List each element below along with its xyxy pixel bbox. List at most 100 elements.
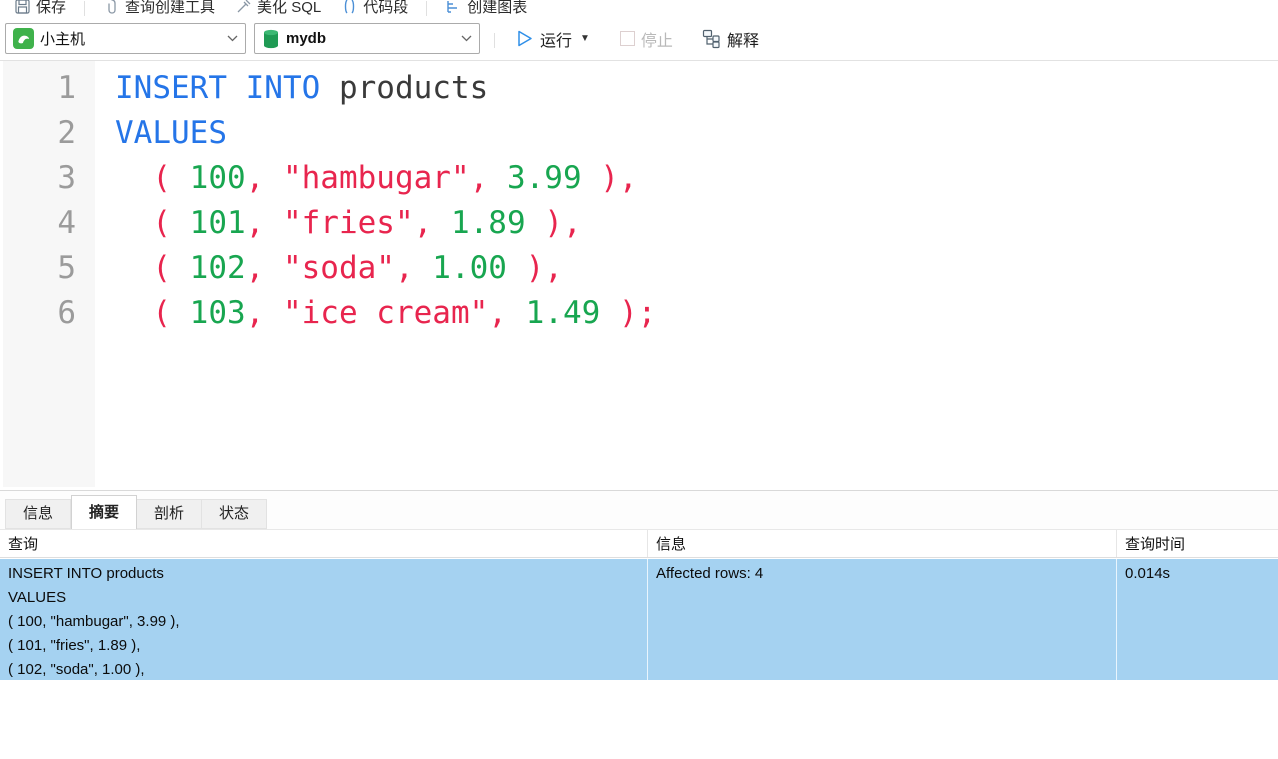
explain-label: 解释 <box>727 27 759 51</box>
column-header-query[interactable]: 查询 <box>0 530 648 557</box>
sql-token: 1.89 <box>451 205 526 241</box>
sql-token: 102 <box>190 250 246 286</box>
database-name: mydb <box>286 30 326 47</box>
result-info-cell[interactable]: Affected rows: 4 <box>648 559 1117 680</box>
toolbar-top-items: 保存 查询创建工具 美化 SQL 代码段 创建图表 <box>6 0 535 17</box>
toolbar-separator <box>494 33 495 48</box>
toolbar-button-save[interactable]: 保存 <box>6 0 74 17</box>
sql-token: 1.49 <box>526 295 601 331</box>
grid-header-row: 查询 信息 查询时间 <box>0 529 1278 558</box>
results-panel: 信息摘要剖析状态 查询 信息 查询时间 INSERT INTO products… <box>0 490 1278 680</box>
chevron-down-icon <box>461 35 472 42</box>
column-header-info[interactable]: 信息 <box>648 530 1117 557</box>
line-number: 1 <box>0 66 115 111</box>
sql-token: , <box>470 160 507 196</box>
stop-square-icon <box>620 31 635 46</box>
result-query-line: VALUES <box>8 586 639 610</box>
result-row-selected[interactable]: INSERT INTO productsVALUES( 100, "hambug… <box>0 559 1278 680</box>
toolbar-button-label: 美化 SQL <box>257 0 321 17</box>
mysql-connection-icon <box>13 28 34 49</box>
sql-editor[interactable]: 1INSERT INTO products2VALUES3 ( 100, "ha… <box>0 61 1278 490</box>
line-number: 5 <box>0 246 115 291</box>
sql-token: 103 <box>190 295 246 331</box>
code-line[interactable]: 5 ( 102, "soda", 1.00 ), <box>0 246 1278 291</box>
tab-状态[interactable]: 状态 <box>202 499 267 529</box>
sql-token: ( <box>152 160 189 196</box>
line-number: 2 <box>0 111 115 156</box>
code-line[interactable]: 3 ( 100, "hambugar", 3.99 ), <box>0 156 1278 201</box>
sql-token: , <box>246 295 283 331</box>
result-query-cell[interactable]: INSERT INTO productsVALUES( 100, "hambug… <box>0 559 648 680</box>
result-query-line: ( 100, "hambugar", 3.99 ), <box>8 610 639 634</box>
sql-token <box>115 250 152 286</box>
toolbar-button-label: 保存 <box>36 0 66 17</box>
result-query-line: ( 102, "soda", 1.00 ), <box>8 658 639 680</box>
sql-token: , <box>246 250 283 286</box>
run-button[interactable]: 运行 ▼ <box>509 23 596 55</box>
connection-name: 小主机 <box>40 28 85 49</box>
toolbar-button-code-snippet[interactable]: 代码段 <box>333 0 416 17</box>
toolbar-button-create-chart[interactable]: 创建图表 <box>437 0 535 17</box>
code-line[interactable]: 6 ( 103, "ice cream", 1.49 ); <box>0 291 1278 336</box>
save-icon <box>14 0 31 15</box>
sql-token: INSERT INTO <box>115 70 320 106</box>
explain-plan-icon <box>701 29 721 49</box>
toolbar-main-row: 小主机 mydb 运行 ▼ <box>0 17 1278 60</box>
result-query-line: ( 101, "fries", 1.89 ), <box>8 634 639 658</box>
sql-token: "soda" <box>283 250 395 286</box>
sql-token: "fries" <box>283 205 414 241</box>
sql-token <box>115 160 152 196</box>
code-line[interactable]: 1INSERT INTO products <box>0 66 1278 111</box>
toolbar-button-label: 查询创建工具 <box>125 0 215 17</box>
column-header-query-time[interactable]: 查询时间 <box>1117 530 1278 557</box>
toolbar-button-query-builder[interactable]: 查询创建工具 <box>95 0 223 17</box>
tab-剖析[interactable]: 剖析 <box>137 499 202 529</box>
sql-token: ( <box>152 205 189 241</box>
sql-token: ); <box>600 295 656 331</box>
run-play-icon <box>515 29 534 48</box>
result-query-line: INSERT INTO products <box>8 562 639 586</box>
sql-token <box>115 205 152 241</box>
stop-label: 停止 <box>641 27 673 51</box>
toolbar: 保存 查询创建工具 美化 SQL 代码段 创建图表 小主机 mydb <box>0 0 1278 61</box>
toolbar-separator <box>426 1 427 16</box>
tab-摘要[interactable]: 摘要 <box>71 495 137 529</box>
results-tab-bar: 信息摘要剖析状态 <box>0 491 1278 529</box>
sql-token: "ice cream" <box>283 295 488 331</box>
sql-token: , <box>414 205 451 241</box>
affected-rows-text: Affected rows: 4 <box>656 562 1108 586</box>
sql-token: 1.00 <box>432 250 507 286</box>
line-number: 4 <box>0 201 115 246</box>
sql-token: , <box>395 250 432 286</box>
sql-token: , <box>246 205 283 241</box>
line-number: 3 <box>0 156 115 201</box>
sql-token: 3.99 <box>507 160 582 196</box>
summary-grid: 查询 信息 查询时间 INSERT INTO productsVALUES( 1… <box>0 529 1278 680</box>
tab-信息[interactable]: 信息 <box>5 499 71 529</box>
connection-select[interactable]: 小主机 <box>5 23 246 54</box>
toolbar-button-label: 代码段 <box>363 0 408 17</box>
sql-token: , <box>246 160 283 196</box>
sql-token: , <box>488 295 525 331</box>
beautify-sql-icon <box>235 0 252 15</box>
sql-token: ), <box>582 160 638 196</box>
code-line[interactable]: 4 ( 101, "fries", 1.89 ), <box>0 201 1278 246</box>
run-label: 运行 <box>540 27 572 51</box>
run-dropdown-caret-icon[interactable]: ▼ <box>580 33 590 44</box>
sql-token: "hambugar" <box>283 160 470 196</box>
sql-token <box>115 295 152 331</box>
query-time-text: 0.014s <box>1125 562 1270 586</box>
query-builder-icon <box>103 0 120 15</box>
line-number: 6 <box>0 291 115 336</box>
toolbar-button-beautify-sql[interactable]: 美化 SQL <box>227 0 329 17</box>
sql-code-area[interactable]: 1INSERT INTO products2VALUES3 ( 100, "ha… <box>0 66 1278 336</box>
toolbar-top-row: 保存 查询创建工具 美化 SQL 代码段 创建图表 <box>0 0 1278 17</box>
code-line[interactable]: 2VALUES <box>0 111 1278 156</box>
sql-token <box>320 70 339 106</box>
explain-button[interactable]: 解释 <box>695 23 765 55</box>
sql-token: ( <box>152 250 189 286</box>
chevron-down-icon <box>227 35 238 42</box>
database-select[interactable]: mydb <box>254 23 480 54</box>
stop-button: 停止 <box>614 23 679 55</box>
result-time-cell[interactable]: 0.014s <box>1117 559 1278 680</box>
